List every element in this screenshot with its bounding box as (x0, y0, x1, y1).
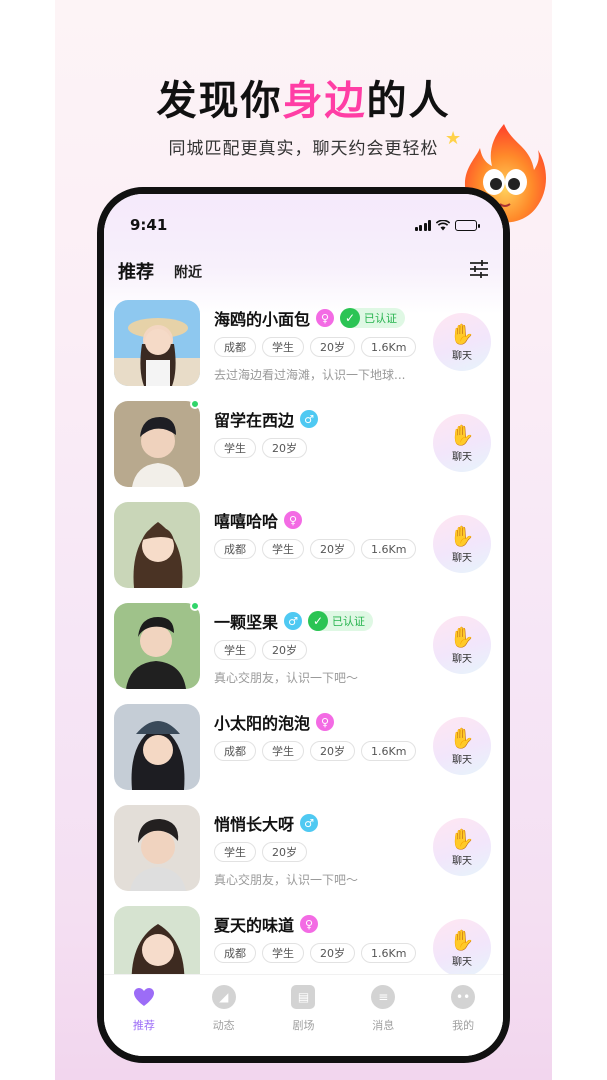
status-time: 9:41 (130, 216, 168, 234)
check-icon: ✓ (308, 611, 329, 631)
phone-frame: 9:41 推荐 附近 海鸥的小面包 ♀ ✓ 已认证 成都 学生 20岁 1.6K… (97, 187, 510, 1063)
tab-moments-nav[interactable]: ◢ 动态 (184, 985, 264, 1056)
tab-recommend-nav[interactable]: 推荐 (104, 985, 184, 1056)
tag-occupation: 学生 (262, 741, 304, 761)
tag-age: 20岁 (310, 539, 355, 559)
wave-hand-icon: ✋ (449, 927, 475, 952)
wave-hand-icon: ✋ (449, 523, 475, 548)
female-icon: ♀ (284, 511, 303, 529)
chat-button[interactable]: ✋ 聊天 (433, 515, 491, 573)
filter-icon[interactable] (469, 260, 489, 278)
tag-age: 20岁 (310, 741, 355, 761)
tag-age: 20岁 (310, 337, 355, 357)
wave-hand-icon: ✋ (449, 725, 475, 750)
tag-age: 20岁 (262, 438, 307, 458)
user-name: 一颗坚果 (214, 613, 279, 632)
chat-button[interactable]: ✋ 聊天 (433, 818, 491, 876)
avatar[interactable] (114, 805, 200, 891)
tag-city: 成都 (214, 741, 256, 761)
wifi-icon (436, 219, 450, 230)
promo-poster: 发现你身边的人 同城匹配更真实，聊天约会更轻松 ★ 9:41 推荐 附近 海鸥的… (55, 0, 552, 1080)
tag-occupation: 学生 (262, 337, 304, 357)
tag-age: 20岁 (262, 640, 307, 660)
wave-hand-icon: ✋ (449, 826, 475, 851)
tag-distance: 1.6Km (361, 539, 417, 559)
tag-occupation: 学生 (214, 438, 256, 458)
tag-occupation: 学生 (262, 943, 304, 963)
tab-nearby[interactable]: 附近 (174, 262, 202, 284)
profile-icon: •• (451, 985, 476, 1009)
tag-city: 成都 (214, 539, 256, 559)
tag-occupation: 学生 (214, 842, 256, 862)
avatar[interactable] (114, 401, 200, 487)
user-bio: 真心交朋友，认识一下吧～ (214, 873, 359, 887)
user-bio: 真心交朋友，认识一下吧～ (214, 671, 359, 685)
chat-button[interactable]: ✋ 聊天 (433, 313, 491, 371)
list-item[interactable]: 留学在西边 ♂ 学生 20岁 ✋ 聊天 (104, 399, 503, 502)
tag-occupation: 学生 (214, 640, 256, 660)
chat-button[interactable]: ✋ 聊天 (433, 414, 491, 472)
tag-city: 成都 (214, 943, 256, 963)
user-name: 海鸥的小面包 (214, 310, 311, 329)
list-item[interactable]: 嘻嘻哈哈 ♀ 成都 学生 20岁 1.6Km ✋ 聊天 (104, 502, 503, 603)
battery-icon (455, 219, 480, 231)
male-icon: ♂ (284, 612, 303, 630)
male-icon: ♂ (300, 410, 319, 428)
status-bar: 9:41 (104, 214, 503, 236)
user-list: 海鸥的小面包 ♀ ✓ 已认证 成都 学生 20岁 1.6Km 去过海边看过海滩，认… (104, 300, 503, 1007)
verified-badge: ✓ 已认证 (308, 611, 374, 631)
avatar[interactable] (114, 603, 200, 689)
chat-button[interactable]: ✋ 聊天 (433, 919, 491, 977)
tag-city: 成都 (214, 337, 256, 357)
user-name: 小太阳的泡泡 (214, 714, 311, 733)
tab-messages-nav[interactable]: ≡ 消息 (343, 985, 423, 1056)
user-name: 留学在西边 (214, 411, 295, 430)
wave-hand-icon: ✋ (449, 321, 475, 346)
check-icon: ✓ (340, 308, 361, 328)
avatar[interactable] (114, 300, 200, 386)
tab-theater-nav[interactable]: ▤ 剧场 (264, 985, 344, 1056)
verified-badge: ✓ 已认证 (340, 308, 406, 328)
online-status-dot (190, 601, 200, 611)
female-icon: ♀ (316, 309, 335, 327)
compass-icon: ◢ (211, 985, 236, 1009)
list-item[interactable]: 小太阳的泡泡 ♀ 成都 学生 20岁 1.6Km ✋ 聊天 (104, 704, 503, 805)
avatar[interactable] (114, 704, 200, 790)
sparkle-icon: ★ (445, 128, 462, 149)
wave-hand-icon: ✋ (449, 624, 475, 649)
list-item[interactable]: 海鸥的小面包 ♀ ✓ 已认证 成都 学生 20岁 1.6Km 去过海边看过海滩，认… (104, 300, 503, 401)
tag-distance: 1.6Km (361, 741, 417, 761)
wave-hand-icon: ✋ (449, 422, 475, 447)
avatar[interactable] (114, 502, 200, 588)
tag-distance: 1.6Km (361, 337, 417, 357)
message-icon: ≡ (371, 985, 396, 1009)
chat-button[interactable]: ✋ 聊天 (433, 717, 491, 775)
user-name: 悄悄长大呀 (214, 815, 295, 834)
list-item[interactable]: 一颗坚果 ♂ ✓ 已认证 学生 20岁 真心交朋友，认识一下吧～ ✋ 聊天 (104, 601, 503, 704)
chat-button[interactable]: ✋ 聊天 (433, 616, 491, 674)
headline: 发现你身边的人 (156, 78, 451, 124)
tag-occupation: 学生 (262, 539, 304, 559)
bottom-tab-bar: 推荐 ◢ 动态 ▤ 剧场 ≡ 消息 •• 我的 (104, 974, 503, 1056)
heart-icon (133, 988, 154, 1006)
tab-profile-nav[interactable]: •• 我的 (423, 985, 503, 1056)
user-name: 夏天的味道 (214, 916, 295, 935)
tag-age: 20岁 (310, 943, 355, 963)
male-icon: ♂ (300, 814, 319, 832)
female-icon: ♀ (316, 713, 335, 731)
list-item[interactable]: 悄悄长大呀 ♂ 学生 20岁 真心交朋友，认识一下吧～ ✋ 聊天 (104, 805, 503, 906)
female-icon: ♀ (300, 915, 319, 933)
online-status-dot (190, 399, 200, 409)
tag-distance: 1.6Km (361, 943, 417, 963)
signal-icon (414, 219, 431, 231)
user-name: 嘻嘻哈哈 (214, 512, 279, 531)
map-icon: ▤ (291, 985, 316, 1009)
user-bio: 去过海边看过海滩，认识一下地球... (214, 368, 406, 382)
tag-age: 20岁 (262, 842, 307, 862)
tab-recommend[interactable]: 推荐 (118, 258, 154, 284)
